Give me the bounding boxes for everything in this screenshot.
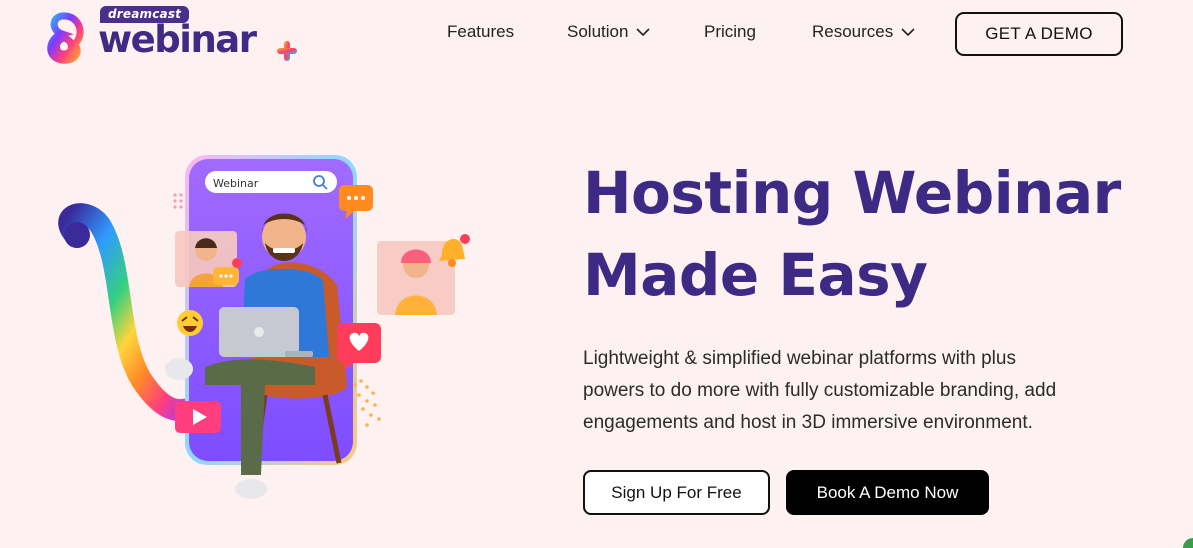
- book-demo-button[interactable]: Book A Demo Now: [786, 470, 989, 515]
- hero-title-line2: Made Easy: [583, 241, 928, 309]
- chevron-down-icon: [636, 27, 651, 36]
- nav-resources-label: Resources: [812, 22, 894, 41]
- hero-description-line2: powers to do more with fully customizabl…: [583, 380, 1057, 401]
- nav-solution[interactable]: Solution: [567, 22, 651, 42]
- nav-solution-label: Solution: [567, 22, 629, 41]
- get-demo-button[interactable]: GET A DEMO: [955, 12, 1123, 56]
- nav-features[interactable]: Features: [447, 22, 514, 42]
- hero-title: Hosting Webinar Made Easy: [583, 152, 1163, 316]
- hero-title-line1: Hosting Webinar: [583, 159, 1121, 227]
- laughing-emoji-icon: [177, 310, 203, 336]
- main-nav: Features Solution Pricing Resources GET …: [0, 0, 1193, 68]
- nav-pricing-label: Pricing: [704, 22, 756, 41]
- hero-illustration: Webinar: [58, 155, 470, 499]
- hero-description-line1: Lightweight & simplified webinar platfor…: [583, 348, 1016, 369]
- search-text: Webinar: [213, 177, 259, 190]
- play-icon: [175, 401, 221, 433]
- hero-description-line3: engagements and host in 3D immersive env…: [583, 412, 1033, 433]
- corner-widget-edge[interactable]: [1183, 538, 1193, 548]
- nav-features-label: Features: [447, 22, 515, 41]
- nav-pricing[interactable]: Pricing: [704, 22, 756, 42]
- site-header: dreamcast webinar Features Solution Pric…: [0, 0, 1193, 68]
- hero-description: Lightweight & simplified webinar platfor…: [583, 343, 1143, 439]
- chevron-down-icon: [901, 27, 915, 36]
- sign-up-button[interactable]: Sign Up For Free: [583, 470, 770, 515]
- nav-resources[interactable]: Resources: [812, 22, 915, 42]
